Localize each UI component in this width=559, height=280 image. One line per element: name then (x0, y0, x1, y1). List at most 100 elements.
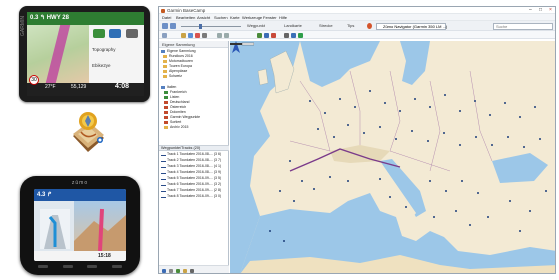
device-menu: Topography Ebike2ye (89, 25, 144, 83)
route-tool-icon[interactable] (264, 32, 269, 38)
garmin-device-photo: GARMIN 0.3 ↰ HWY 28 Topography Ebike2ye … (19, 6, 150, 102)
toolbar-label-tips[interactable]: Tips (347, 21, 354, 31)
clock: 4:08 (115, 83, 130, 90)
map-icon (93, 29, 105, 38)
search-input[interactable]: Suche (493, 22, 553, 30)
turn-arrow-icon: ↱ (47, 192, 53, 198)
list-icon (164, 105, 168, 109)
device-icon[interactable] (367, 23, 372, 29)
remove-icon[interactable] (169, 268, 173, 273)
main-toolbar: Wegpunkt Landkarte Strecke Tips Zūmo Nav… (159, 21, 555, 31)
library-header: Eigene Sammlung (159, 41, 228, 48)
tool-icon[interactable] (202, 32, 207, 38)
elevation: 55,129 (71, 84, 87, 90)
list-icon (164, 110, 168, 114)
track-list: Wegpunkte/Tracks (20) Track 1 Tourdaten … (159, 145, 229, 199)
sort-icon[interactable] (183, 268, 187, 273)
track-icon (161, 165, 166, 168)
list-icon (164, 95, 168, 99)
properties-icon[interactable] (190, 268, 194, 273)
menu-ebike: Ebike2ye (92, 63, 111, 68)
folder-icon (163, 54, 167, 58)
maximize-button[interactable]: □ (539, 7, 542, 14)
map-toolbar (159, 31, 555, 39)
minimize-button[interactable]: – (529, 7, 532, 14)
device-brand: GARMIN (20, 16, 26, 36)
measure-icon[interactable] (284, 32, 289, 38)
device-status-bar: 30 27°F 55,129 4:08 (27, 75, 144, 96)
back-icon[interactable] (162, 23, 168, 29)
device-screen: 0.3 ↰ HWY 28 Topography Ebike2ye 30 27°F… (27, 12, 144, 96)
zoom-slider-knob[interactable] (199, 23, 202, 29)
toolbar-label-route[interactable]: Strecke (319, 21, 333, 31)
basecamp-window: Garmin BaseCamp – □ × Datei Bearbeiten A… (158, 6, 556, 274)
toolbar-label-waypoint[interactable]: Wegpunkt (247, 21, 265, 31)
device-screen: 4.3 ↱ 15:18 (34, 189, 126, 261)
library-icon[interactable] (162, 32, 167, 38)
track-icon (161, 177, 166, 180)
folder-icon (163, 69, 167, 73)
device-nav-bar: 4.3 ↱ (34, 189, 126, 201)
waypoint-tool-icon[interactable] (257, 32, 262, 38)
device-buttons (38, 265, 122, 269)
device-nav-bar: 0.3 ↰ HWY 28 (27, 12, 144, 25)
folder-icon (163, 59, 167, 63)
track-tool-icon[interactable] (271, 32, 276, 38)
device-status-bar: 15:18 (34, 251, 126, 261)
turn-arrow-icon: ↰ (40, 15, 47, 21)
undo-icon[interactable] (217, 32, 222, 38)
apps-icon (109, 29, 121, 38)
track-row[interactable]: Track 8 Tourdaten 2016-09-... (3 0) (159, 193, 229, 199)
turn-distance: 4.3 (37, 192, 46, 198)
map-view[interactable] (230, 41, 555, 273)
menu-window[interactable]: Fenster (263, 14, 277, 21)
track-icon (161, 195, 166, 198)
scale-bar (230, 42, 254, 46)
menu-help[interactable]: Hilfe (279, 14, 287, 21)
road-name: HWY 28 (46, 15, 69, 21)
menu-edit[interactable]: Bearbeiten (176, 14, 195, 21)
menu-tools[interactable]: Werkzeuge (242, 14, 262, 21)
filter-icon[interactable] (176, 268, 180, 273)
list-icon (164, 115, 168, 119)
speed-limit-badge: 30 (29, 75, 39, 85)
redo-icon[interactable] (224, 32, 229, 38)
library-panel: Eigene Sammlung Eigene Sammlung Rundkurs… (159, 41, 229, 273)
close-button[interactable]: × (549, 7, 552, 14)
delete-icon[interactable] (195, 32, 200, 38)
folder-icon[interactable] (181, 32, 186, 38)
zumo-device-photo: zūmo 4.3 ↱ 15:18 (20, 176, 140, 275)
window-title: Garmin BaseCamp (167, 8, 206, 13)
menu-search[interactable]: Suchen (214, 14, 228, 21)
folder-icon (163, 74, 167, 78)
track-icon (161, 159, 166, 162)
track-icon (161, 171, 166, 174)
panel-footer-toolbar (159, 265, 229, 273)
tiles-icon[interactable] (298, 32, 303, 38)
device-select[interactable]: Zūmo Navigator (Garmin 350 LM ...) (376, 22, 447, 30)
track-icon (161, 183, 166, 186)
menu-file[interactable]: Datei (162, 14, 171, 21)
menu-bar: Datei Bearbeiten Ansicht Suchen Karte We… (159, 14, 555, 21)
menu-view[interactable]: Ansicht (197, 14, 210, 21)
temperature: 27°F (45, 84, 56, 90)
toolbar-label-map[interactable]: Landkarte (284, 21, 302, 31)
globe-icon[interactable] (291, 32, 296, 38)
list-icon (164, 120, 168, 124)
zoom-slider[interactable] (181, 25, 241, 27)
collection-icon (161, 49, 165, 53)
collection-icon (161, 85, 165, 89)
device-logo: zūmo (71, 180, 89, 186)
tree-item[interactable]: Archiv 2015 (164, 125, 188, 130)
lane-guidance (40, 209, 70, 249)
basecamp-app-icon (73, 112, 104, 152)
list-icon[interactable] (188, 32, 193, 38)
tree-item[interactable]: Schweiz (163, 74, 182, 79)
forward-icon[interactable] (170, 23, 176, 29)
app-icon (161, 8, 165, 13)
library-tree: Eigene Sammlung Rundkurs 2016 Motorradto… (159, 49, 229, 129)
europe-map (230, 41, 555, 273)
menu-map[interactable]: Karte (230, 14, 240, 21)
title-bar: Garmin BaseCamp – □ × (159, 7, 555, 14)
add-icon[interactable] (162, 268, 166, 273)
